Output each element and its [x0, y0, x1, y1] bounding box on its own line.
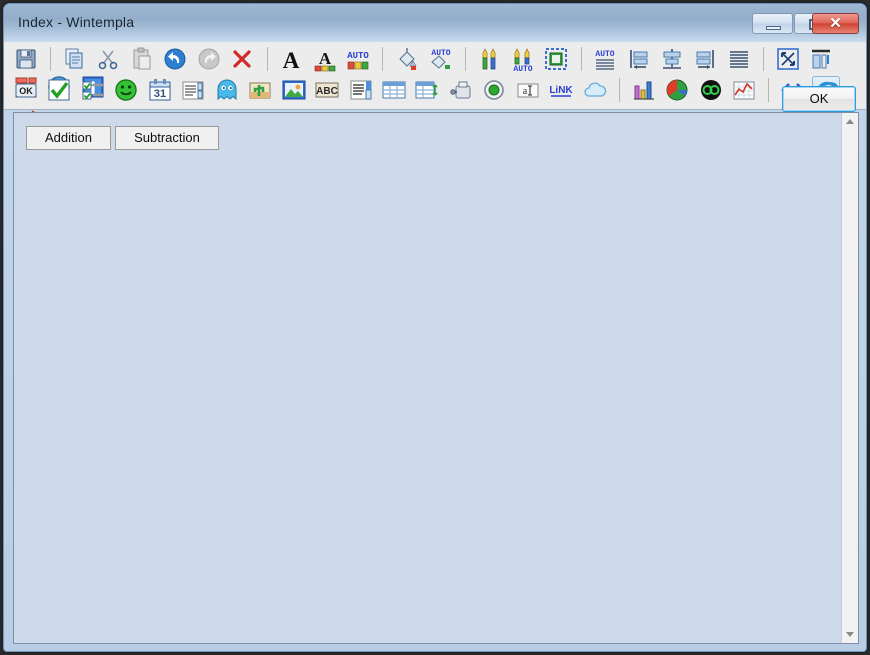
svg-text:A: A: [318, 49, 331, 68]
close-button[interactable]: ✕: [812, 13, 859, 34]
pie-chart-icon[interactable]: [663, 76, 691, 104]
application-window: Index - Wintempla ✕ A A AUTO AUTO AUTO A…: [3, 3, 867, 652]
image-control-icon[interactable]: [280, 76, 308, 104]
svg-text:AUTO: AUTO: [432, 49, 451, 58]
align-right-icon[interactable]: [691, 45, 719, 73]
font-color-icon[interactable]: A: [311, 45, 339, 73]
redo-icon[interactable]: [195, 45, 223, 73]
toolbar-separator: [580, 47, 582, 71]
bar-chart-icon[interactable]: [630, 76, 658, 104]
auto-font-color-icon[interactable]: AUTO: [344, 45, 372, 73]
listbox-control-icon[interactable]: [347, 76, 375, 104]
link-icon[interactable]: LiNK: [547, 76, 575, 104]
spinner-control-icon[interactable]: [179, 76, 207, 104]
toolbar-separator: [464, 47, 466, 71]
cut-icon[interactable]: [94, 45, 122, 73]
toolbar-separator: [768, 78, 770, 102]
radio-control-icon[interactable]: [480, 76, 508, 104]
ok-button[interactable]: OK: [782, 86, 856, 112]
close-icon: ✕: [829, 15, 842, 32]
toolbar-row-primary: A A AUTO AUTO AUTO AUTO: [12, 45, 866, 98]
ghost-icon[interactable]: [213, 76, 241, 104]
toolbar-separator: [50, 47, 52, 71]
svg-text:OK: OK: [19, 86, 33, 96]
rings-icon[interactable]: [697, 76, 725, 104]
addition-button[interactable]: Addition: [26, 126, 111, 150]
grid-control-icon[interactable]: [380, 76, 408, 104]
calendar-icon[interactable]: 31: [146, 76, 174, 104]
vertical-scrollbar[interactable]: [841, 113, 858, 643]
chevron-up-icon: [846, 119, 854, 124]
scroll-up-button[interactable]: [842, 113, 858, 130]
title-bar: Index - Wintempla ✕: [4, 4, 866, 42]
toolbar-separator: [619, 78, 621, 102]
svg-text:AUTO: AUTO: [347, 51, 369, 61]
svg-text:AUTO: AUTO: [513, 65, 532, 73]
abc-label-icon[interactable]: ABC: [313, 76, 341, 104]
delete-icon[interactable]: [228, 45, 256, 73]
minimize-button[interactable]: [752, 13, 793, 34]
line-chart-icon[interactable]: [730, 76, 758, 104]
toolbar-row-secondary: OK 31 ABC a LiNK: [12, 76, 866, 129]
align-center-icon[interactable]: [658, 45, 686, 73]
treegrid-control-icon[interactable]: [413, 76, 441, 104]
window-title: Index - Wintempla: [18, 14, 135, 30]
svg-text:AUTO: AUTO: [595, 50, 614, 59]
smiley-icon[interactable]: [112, 76, 140, 104]
checklist-control-icon[interactable]: [79, 76, 107, 104]
auto-fill-color-icon[interactable]: AUTO: [426, 45, 454, 73]
client-area: Addition Subtraction: [13, 112, 859, 644]
undo-icon[interactable]: [161, 45, 189, 73]
button-control-icon[interactable]: OK: [12, 76, 40, 104]
save-icon[interactable]: [12, 45, 40, 73]
chevron-down-icon: [846, 632, 854, 637]
gradient-icon[interactable]: [475, 45, 503, 73]
column-icon[interactable]: [807, 45, 835, 73]
svg-text:A: A: [283, 48, 300, 73]
cloud-icon[interactable]: [581, 76, 609, 104]
form-canvas[interactable]: Addition Subtraction: [14, 113, 841, 643]
textbox-control-icon[interactable]: a: [514, 76, 542, 104]
svg-text:31: 31: [154, 88, 166, 100]
fill-color-icon[interactable]: [393, 45, 421, 73]
minimize-icon: [766, 26, 781, 30]
toolbar-separator: [382, 47, 384, 71]
font-icon[interactable]: A: [277, 45, 305, 73]
auto-gradient-icon[interactable]: AUTO: [509, 45, 537, 73]
toolbar: A A AUTO AUTO AUTO AUTO OK 31 ABC a LiNK…: [4, 42, 866, 145]
copy-icon[interactable]: [61, 45, 89, 73]
svg-text:LiNK: LiNK: [550, 85, 574, 96]
toolbar-separator: [266, 47, 268, 71]
paste-icon[interactable]: [128, 45, 156, 73]
printer-icon[interactable]: [447, 76, 475, 104]
subtraction-button[interactable]: Subtraction: [115, 126, 219, 150]
svg-text:a: a: [523, 86, 528, 97]
cactus-image-icon[interactable]: [246, 76, 274, 104]
toolbar-separator: [763, 47, 765, 71]
svg-text:ABC: ABC: [316, 86, 338, 97]
scroll-down-button[interactable]: [842, 626, 858, 643]
checkbox-control-icon[interactable]: [45, 76, 73, 104]
resize-icon[interactable]: [774, 45, 802, 73]
border-icon[interactable]: [542, 45, 570, 73]
justify-icon[interactable]: [725, 45, 753, 73]
auto-align-icon[interactable]: AUTO: [591, 45, 619, 73]
align-left-icon[interactable]: [625, 45, 653, 73]
